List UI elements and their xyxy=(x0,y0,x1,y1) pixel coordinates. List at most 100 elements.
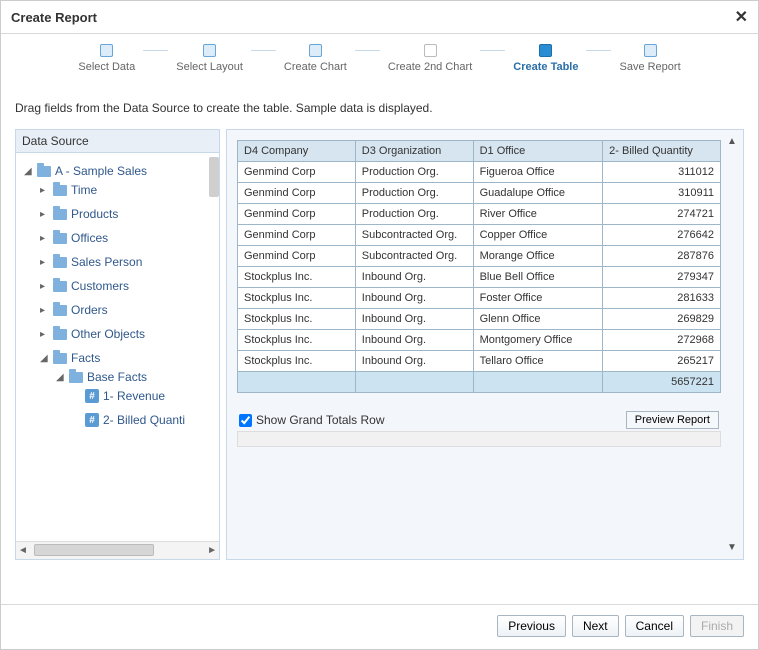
step-select-data[interactable]: Select Data xyxy=(70,44,143,73)
expand-icon[interactable]: ▸ xyxy=(40,209,49,220)
folder-icon xyxy=(53,209,67,220)
table-row[interactable]: Stockplus Inc.Inbound Org.Tellaro Office… xyxy=(238,351,721,372)
expand-icon[interactable]: ▸ xyxy=(40,281,49,292)
table-cell xyxy=(355,372,473,393)
table-cell: Stockplus Inc. xyxy=(238,267,356,288)
step-select-layout[interactable]: Select Layout xyxy=(168,44,251,73)
tree-leaf[interactable]: #2- Billed Quanti xyxy=(72,413,217,427)
table-row[interactable]: Stockplus Inc.Inbound Org.Blue Bell Offi… xyxy=(238,267,721,288)
grand-totals-checkbox-input[interactable] xyxy=(239,414,252,427)
table-row[interactable]: Stockplus Inc.Inbound Org.Montgomery Off… xyxy=(238,330,721,351)
step-create-2nd-chart[interactable]: Create 2nd Chart xyxy=(380,44,480,73)
table-row[interactable]: Genmind CorpSubcontracted Org.Morange Of… xyxy=(238,246,721,267)
table-cell: Genmind Corp xyxy=(238,246,356,267)
step-connector xyxy=(355,50,380,51)
grand-totals-label: Show Grand Totals Row xyxy=(256,413,385,427)
scroll-down-icon[interactable]: ▼ xyxy=(727,542,737,553)
column-header[interactable]: D3 Organization xyxy=(355,141,473,162)
table-cell: 281633 xyxy=(603,288,721,309)
preview-report-button[interactable]: Preview Report xyxy=(626,411,719,429)
table-cell: Inbound Org. xyxy=(355,288,473,309)
expand-icon[interactable]: ▸ xyxy=(40,305,49,316)
collapse-icon[interactable]: ◢ xyxy=(24,166,33,177)
tree-node[interactable]: ▸ Customers xyxy=(40,279,217,293)
table-cell: Foster Office xyxy=(473,288,603,309)
close-icon[interactable]: ✕ xyxy=(735,7,748,27)
table-cell: Production Org. xyxy=(355,162,473,183)
tree-node-label: Products xyxy=(71,207,118,221)
table-cell: 287876 xyxy=(603,246,721,267)
tree-node-label: Customers xyxy=(71,279,129,293)
table-cell: Inbound Org. xyxy=(355,351,473,372)
step-create-table[interactable]: Create Table xyxy=(505,44,586,73)
table-options-row: Show Grand Totals Row Preview Report xyxy=(237,411,721,429)
data-source-tree[interactable]: ◢ A - Sample Sales ▸Time▸Products▸Office… xyxy=(16,153,219,541)
table-row[interactable]: Genmind CorpProduction Org.River Office2… xyxy=(238,204,721,225)
step-label: Create 2nd Chart xyxy=(380,61,480,73)
table-cell: 311012 xyxy=(603,162,721,183)
tree-leaf[interactable]: #1- Revenue xyxy=(72,389,217,403)
tree-node[interactable]: ▸Orders xyxy=(40,303,217,317)
table-cell: Production Org. xyxy=(355,204,473,225)
table-row[interactable]: Stockplus Inc.Inbound Org.Glenn Office26… xyxy=(238,309,721,330)
table-cell: Production Org. xyxy=(355,183,473,204)
table-cell: Stockplus Inc. xyxy=(238,351,356,372)
step-create-chart[interactable]: Create Chart xyxy=(276,44,355,73)
tree-root-label: A - Sample Sales xyxy=(55,164,147,178)
wizard-steps: Select Data Select Layout Create Chart C… xyxy=(1,34,758,77)
tree-node[interactable]: ▸ Products xyxy=(40,207,217,221)
workarea: Data Source ◢ A - Sample Sales ▸Time xyxy=(15,129,744,560)
previous-button[interactable]: Previous xyxy=(497,615,566,637)
step-box-icon xyxy=(424,44,437,57)
expand-icon[interactable]: ▸ xyxy=(40,257,49,268)
tree-node-basefacts[interactable]: ◢ Base Facts xyxy=(56,370,217,384)
main-horizontal-scrollbar[interactable] xyxy=(237,431,721,447)
finish-button[interactable]: Finish xyxy=(690,615,744,637)
scroll-up-icon[interactable]: ▲ xyxy=(727,136,737,147)
expand-icon[interactable]: ▸ xyxy=(40,233,49,244)
tree-leaf-label: 1- Revenue xyxy=(103,389,165,403)
main-vertical-scrollbar[interactable]: ▲ ▼ xyxy=(725,136,739,553)
step-connector xyxy=(586,50,611,51)
cancel-button[interactable]: Cancel xyxy=(625,615,684,637)
column-header[interactable]: 2- Billed Quantity xyxy=(603,141,721,162)
table-row[interactable]: Genmind CorpProduction Org.Figueroa Offi… xyxy=(238,162,721,183)
tree-node-label: Offices xyxy=(71,231,108,245)
scrollbar-thumb[interactable] xyxy=(34,544,154,556)
table-row[interactable]: Genmind CorpSubcontracted Org.Copper Off… xyxy=(238,225,721,246)
sidebar-vertical-scrollbar[interactable] xyxy=(205,153,219,541)
preview-table[interactable]: D4 CompanyD3 OrganizationD1 Office2- Bil… xyxy=(237,140,721,393)
sidebar-horizontal-scrollbar[interactable]: ◄ ► xyxy=(16,541,219,559)
show-grand-totals-checkbox[interactable]: Show Grand Totals Row xyxy=(239,413,385,427)
expand-icon[interactable]: ▸ xyxy=(40,329,49,340)
table-row[interactable]: Stockplus Inc.Inbound Org.Foster Office2… xyxy=(238,288,721,309)
tree-node-label: Base Facts xyxy=(87,370,147,384)
collapse-icon[interactable]: ◢ xyxy=(56,372,65,383)
table-cell: 279347 xyxy=(603,267,721,288)
step-connector xyxy=(251,50,276,51)
step-save-report[interactable]: Save Report xyxy=(611,44,688,73)
measure-icon: # xyxy=(85,413,99,427)
scroll-left-icon[interactable]: ◄ xyxy=(18,545,28,556)
tree-node[interactable]: ▸Time xyxy=(40,183,217,197)
table-cell: Tellaro Office xyxy=(473,351,603,372)
tree-root[interactable]: ◢ A - Sample Sales xyxy=(24,164,217,178)
table-cell: Inbound Org. xyxy=(355,267,473,288)
expand-icon[interactable]: ▸ xyxy=(40,185,49,196)
tree-node-facts[interactable]: ◢Facts xyxy=(40,351,217,365)
measure-icon: # xyxy=(85,389,99,403)
folder-icon xyxy=(69,372,83,383)
titlebar: Create Report ✕ xyxy=(1,1,758,34)
column-header[interactable]: D4 Company xyxy=(238,141,356,162)
table-cell: Subcontracted Org. xyxy=(355,246,473,267)
column-header[interactable]: D1 Office xyxy=(473,141,603,162)
next-button[interactable]: Next xyxy=(572,615,619,637)
collapse-icon[interactable]: ◢ xyxy=(40,353,49,364)
tree-node[interactable]: ▸Other Objects xyxy=(40,327,217,341)
table-row[interactable]: Genmind CorpProduction Org.Guadalupe Off… xyxy=(238,183,721,204)
step-box-icon xyxy=(100,44,113,57)
tree-node-label: Sales Person xyxy=(71,255,142,269)
tree-node[interactable]: ▸ Offices xyxy=(40,231,217,245)
tree-node[interactable]: ▸ Sales Person xyxy=(40,255,217,269)
scroll-right-icon[interactable]: ► xyxy=(207,545,217,556)
